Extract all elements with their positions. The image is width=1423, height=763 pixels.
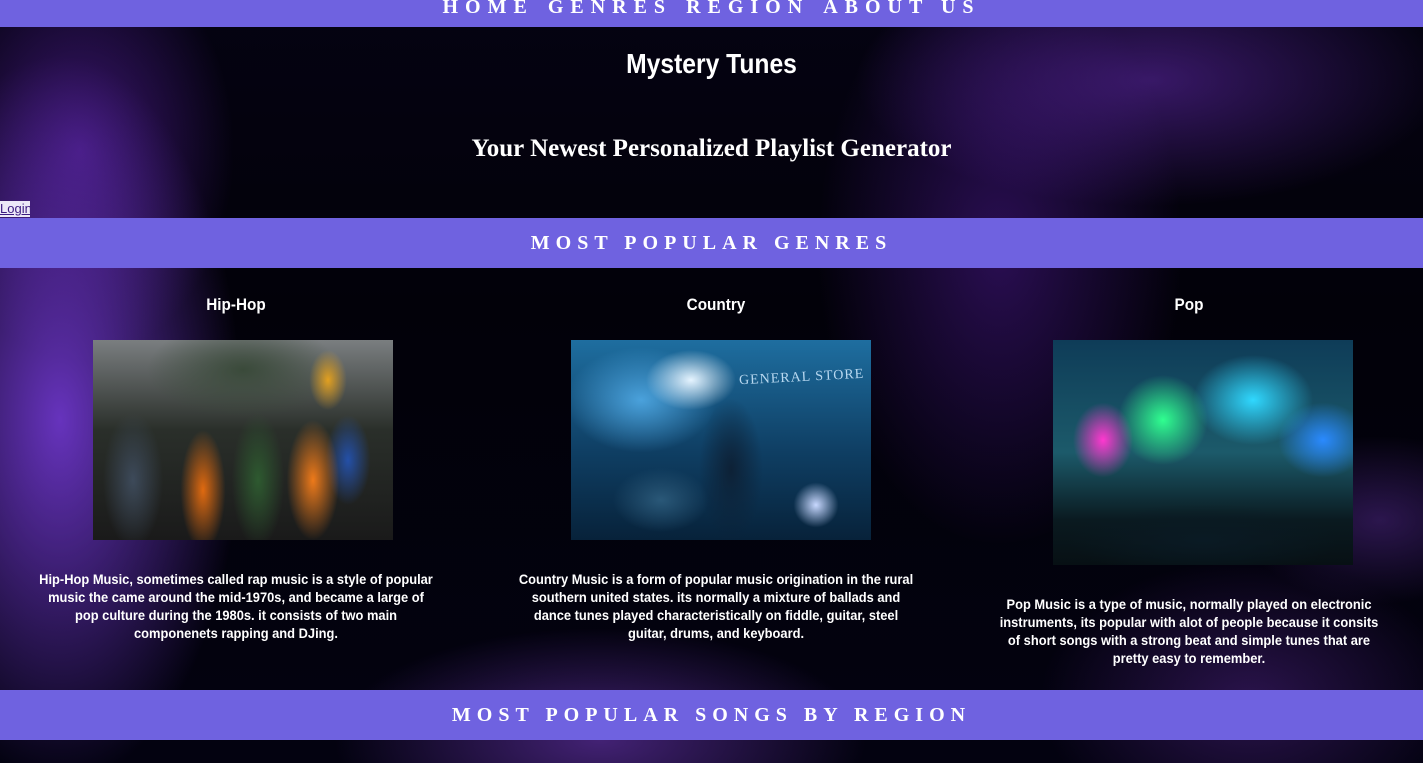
nav-link-home[interactable]: HOME <box>442 0 533 18</box>
nav-link-genres[interactable]: GENRES <box>548 0 672 18</box>
pop-image <box>1053 340 1353 565</box>
top-navigation: HOME GENRES REGION ABOUT US <box>0 0 1423 27</box>
country-description-block: Country Music is a form of popular music… <box>500 570 932 642</box>
site-title: Mystery Tunes <box>626 48 797 79</box>
page-content: HOME GENRES REGION ABOUT US Mystery Tune… <box>0 0 1423 763</box>
hiphop-description-block: Hip-Hop Music, sometimes called rap musi… <box>22 570 450 642</box>
genre-description: Hip-Hop Music, sometimes called rap musi… <box>39 571 433 641</box>
image-sign-text: GENERAL STORE <box>738 366 865 389</box>
genre-description: Country Music is a form of popular music… <box>518 571 914 641</box>
genres-section-heading: MOST POPULAR GENRES <box>0 218 1423 268</box>
nav-link-about-us[interactable]: ABOUT US <box>823 0 980 18</box>
genre-name: Country <box>686 295 746 314</box>
tagline: Your Newest Personalized Playlist Genera… <box>471 135 952 162</box>
genre-card-country: Country <box>566 295 866 315</box>
nav-links: HOME GENRES REGION ABOUT US <box>441 0 981 19</box>
genre-description: Pop Music is a type of music, normally p… <box>999 596 1379 666</box>
genre-name: Hip-Hop <box>206 295 266 314</box>
nav-link-region[interactable]: REGION <box>686 0 809 18</box>
genre-card-hiphop: Hip-Hop <box>86 295 386 315</box>
region-section-heading: MOST POPULAR SONGS BY REGION <box>0 690 1423 740</box>
genre-name: Pop <box>1174 295 1204 314</box>
login-link[interactable]: Login <box>0 201 30 217</box>
hiphop-image <box>93 340 393 540</box>
country-image: GENERAL STORE <box>571 340 871 540</box>
pop-description-block: Pop Music is a type of music, normally p… <box>980 595 1398 667</box>
genre-card-pop: Pop <box>1039 295 1339 315</box>
